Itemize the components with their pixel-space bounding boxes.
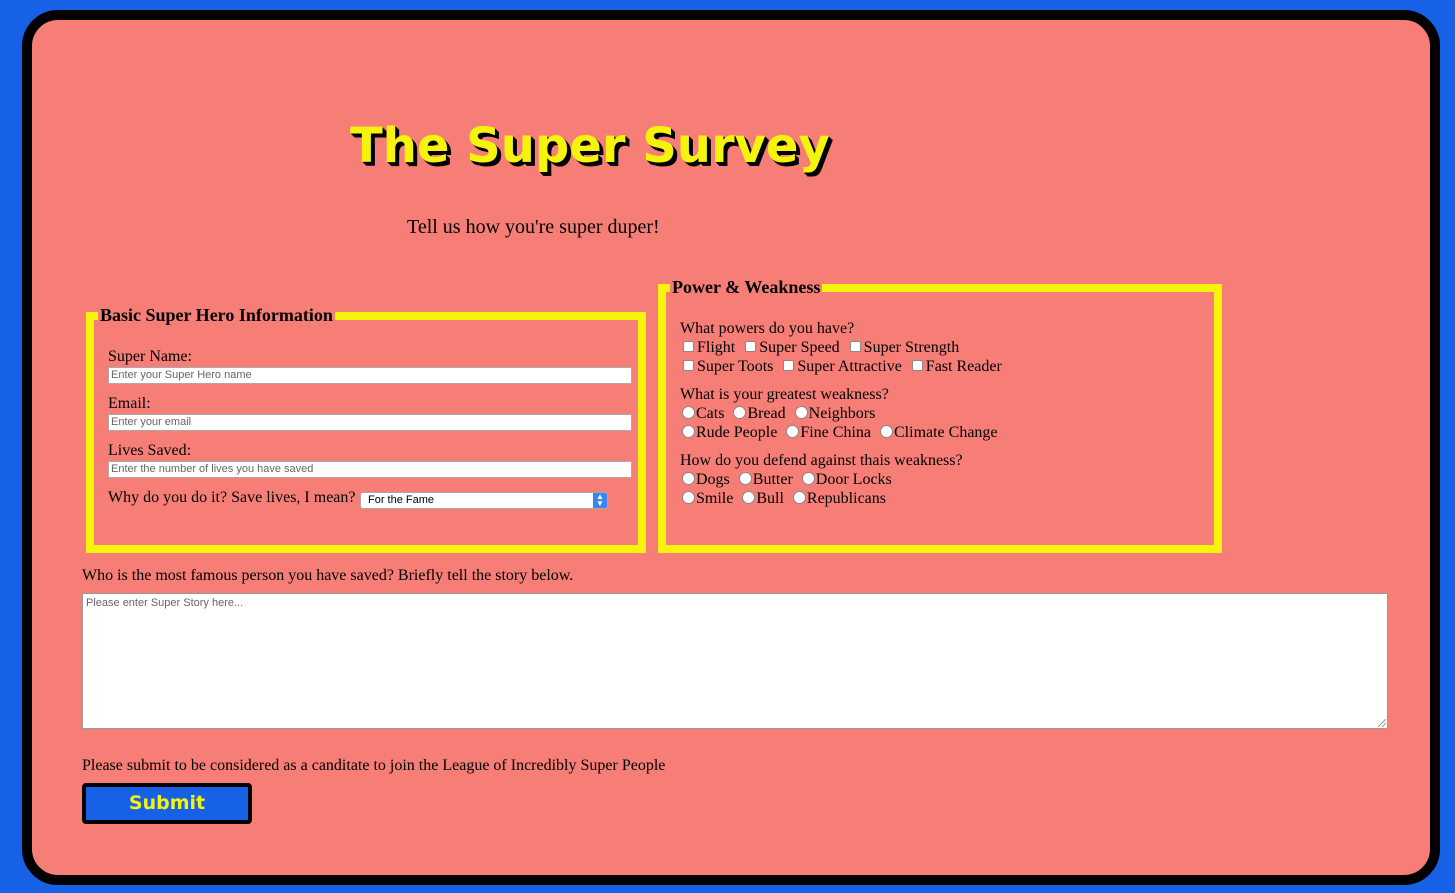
super-name-input[interactable]: Enter your Super Hero name xyxy=(108,367,632,384)
weakness-question: What is your greatest weakness? xyxy=(680,386,889,403)
checkbox[interactable] xyxy=(745,341,757,352)
basic-info-legend: Basic Super Hero Information xyxy=(100,305,333,325)
defense-option-bull[interactable]: Bull xyxy=(740,490,784,508)
option-label: Fast Reader xyxy=(925,358,1002,375)
power-option-flight[interactable]: Flight xyxy=(680,339,735,357)
super-name-label: Super Name: xyxy=(108,348,192,365)
radio[interactable] xyxy=(682,491,695,504)
radio[interactable] xyxy=(801,472,815,485)
weakness-option-bread[interactable]: Bread xyxy=(731,405,786,423)
email-input[interactable]: Enter your email xyxy=(108,414,632,431)
radio[interactable] xyxy=(733,406,747,419)
page-subtitle: Tell us how you're super duper! xyxy=(407,216,660,238)
weakness-row-1: Cats Bread Neighbors xyxy=(680,405,878,423)
defense-option-butter[interactable]: Butter xyxy=(737,471,793,489)
power-option-fast-reader[interactable]: Fast Reader xyxy=(909,358,1002,376)
why-label: Why do you do it? Save lives, I mean? xyxy=(108,489,356,506)
checkbox[interactable] xyxy=(911,360,923,371)
survey-card: The Super Survey Tell us how you're supe… xyxy=(22,10,1440,885)
power-option-super-attractive[interactable]: Super Attractive xyxy=(780,358,902,376)
radio[interactable] xyxy=(786,425,800,438)
radio[interactable] xyxy=(794,406,808,419)
checkbox[interactable] xyxy=(783,360,795,371)
why-select-value: For the Fame xyxy=(368,494,435,506)
submit-note: Please submit to be considered as a cand… xyxy=(82,757,666,774)
option-label: Rude People xyxy=(696,424,778,441)
radio[interactable] xyxy=(682,472,695,485)
powers-row-2: Super Toots Super Attractive Fast Reader xyxy=(680,358,1005,376)
why-select[interactable]: For the Fame ▲ ▼ xyxy=(360,492,608,509)
weakness-option-rude-people[interactable]: Rude People xyxy=(680,424,777,442)
defense-question: How do you defend against thais weakness… xyxy=(680,452,963,469)
power-weakness-fieldset: Power & Weakness What powers do you have… xyxy=(658,277,1222,553)
option-label: Bread xyxy=(747,405,786,422)
radio[interactable] xyxy=(682,406,695,419)
chevron-updown-icon: ▲ ▼ xyxy=(593,493,607,508)
resize-grip-icon[interactable] xyxy=(1378,719,1386,727)
radio[interactable] xyxy=(738,472,752,485)
option-label: Republicans xyxy=(806,490,886,507)
option-label: Climate Change xyxy=(894,424,998,441)
option-label: Super Toots xyxy=(697,358,774,375)
weakness-option-cats[interactable]: Cats xyxy=(680,405,724,423)
page-title: The Super Survey xyxy=(350,118,830,174)
powers-row-1: Flight Super Speed Super Strength xyxy=(680,339,962,357)
radio[interactable] xyxy=(682,425,695,438)
defense-option-door-locks[interactable]: Door Locks xyxy=(800,471,892,489)
option-label: Smile xyxy=(696,490,734,507)
checkbox[interactable] xyxy=(683,360,694,371)
defense-option-dogs[interactable]: Dogs xyxy=(680,471,730,489)
radio[interactable] xyxy=(880,425,893,438)
story-textarea[interactable]: Please enter Super Story here... xyxy=(82,593,1388,729)
option-label: Cats xyxy=(696,405,725,422)
power-option-super-toots[interactable]: Super Toots xyxy=(680,358,773,376)
defense-row-1: Dogs Butter Door Locks xyxy=(680,471,895,489)
checkbox[interactable] xyxy=(849,341,861,352)
option-label: Door Locks xyxy=(815,471,892,488)
defense-row-2: Smile Bull Republicans xyxy=(680,490,889,508)
lives-saved-label: Lives Saved: xyxy=(108,442,192,459)
story-placeholder: Please enter Super Story here... xyxy=(86,597,244,609)
option-label: Super Speed xyxy=(759,339,840,356)
power-option-super-speed[interactable]: Super Speed xyxy=(742,339,840,357)
option-label: Butter xyxy=(752,471,793,488)
option-label: Flight xyxy=(697,339,736,356)
weakness-option-fine-china[interactable]: Fine China xyxy=(784,424,871,442)
option-label: Dogs xyxy=(696,471,730,488)
option-label: Super Strength xyxy=(863,339,960,356)
email-label: Email: xyxy=(108,395,151,412)
checkbox[interactable] xyxy=(683,341,694,352)
story-prompt: Who is the most famous person you have s… xyxy=(82,567,574,584)
powers-question: What powers do you have? xyxy=(680,320,855,337)
power-weakness-legend: Power & Weakness xyxy=(672,277,821,297)
option-label: Super Attractive xyxy=(797,358,902,375)
option-label: Neighbors xyxy=(808,405,876,422)
radio[interactable] xyxy=(742,491,756,504)
weakness-row-2: Rude People Fine China Climate Change xyxy=(680,424,1001,442)
option-label: Bull xyxy=(756,490,784,507)
defense-option-smile[interactable]: Smile xyxy=(680,490,733,508)
weakness-option-climate-change[interactable]: Climate Change xyxy=(878,424,998,442)
power-option-super-strength[interactable]: Super Strength xyxy=(847,339,960,357)
basic-info-fieldset: Basic Super Hero Information Super Name:… xyxy=(86,305,646,553)
weakness-option-neighbors[interactable]: Neighbors xyxy=(793,405,876,423)
option-label: Fine China xyxy=(800,424,871,441)
radio[interactable] xyxy=(792,491,806,504)
lives-saved-input[interactable]: Enter the number of lives you have saved xyxy=(108,461,632,478)
submit-button[interactable]: Submit xyxy=(82,783,252,824)
defense-option-republicans[interactable]: Republicans xyxy=(791,490,886,508)
